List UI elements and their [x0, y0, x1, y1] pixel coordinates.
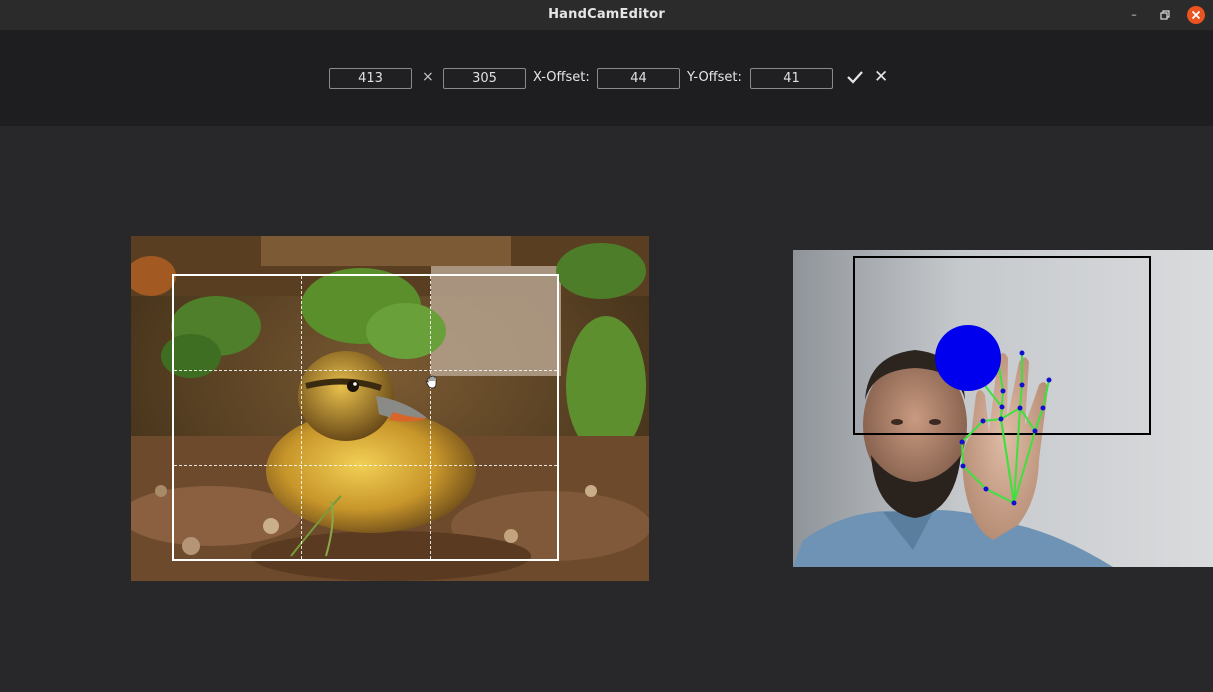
y-offset-label: Y-Offset: [687, 70, 742, 85]
title-bar: HandCamEditor – [0, 0, 1213, 31]
width-input[interactable]: 413 [329, 68, 412, 89]
restore-icon[interactable] [1156, 6, 1174, 24]
crop-grid-line [174, 465, 557, 466]
y-offset-input[interactable]: 41 [750, 68, 833, 89]
crop-grid-line [174, 370, 557, 371]
pointer-circle [935, 325, 1001, 391]
height-input[interactable]: 305 [443, 68, 526, 89]
crop-grid-line [430, 276, 431, 559]
crop-frame[interactable] [172, 274, 559, 561]
camera-feed [793, 250, 1213, 567]
checkmark-icon[interactable] [845, 67, 865, 87]
grab-hand-icon [424, 374, 440, 390]
close-icon[interactable] [1187, 6, 1205, 24]
x-offset-label: X-Offset: [533, 70, 590, 85]
crop-grid-line [301, 276, 302, 559]
minimize-icon[interactable]: – [1125, 6, 1143, 24]
window-title: HandCamEditor [548, 7, 665, 22]
crop-toolbar: 413 × 305 X-Offset: 44 Y-Offset: 41 ✕ [0, 31, 1213, 126]
cancel-icon[interactable]: ✕ [874, 67, 890, 87]
times-symbol: × [422, 69, 434, 85]
x-offset-input[interactable]: 44 [597, 68, 680, 89]
